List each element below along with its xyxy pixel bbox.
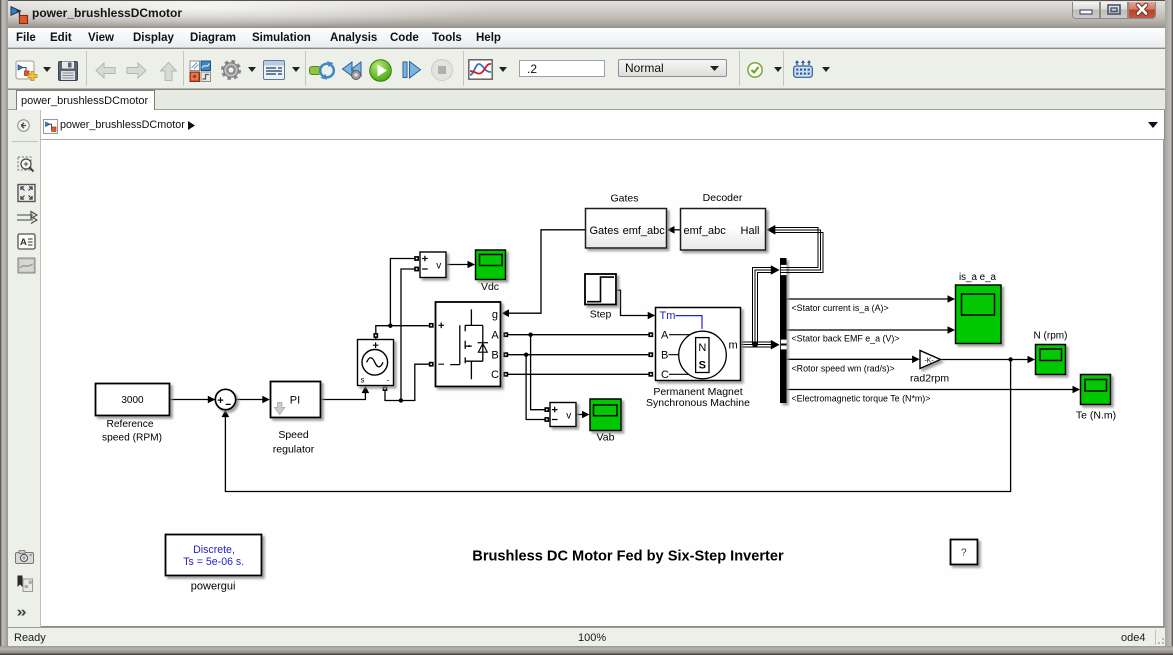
svg-text:Gates: Gates <box>610 193 638 205</box>
svg-text:<Electromagnetic torque Te (N*: <Electromagnetic torque Te (N*m)> <box>792 394 931 404</box>
svg-text:<Stator current is_a (A)>: <Stator current is_a (A)> <box>792 303 889 313</box>
svg-text:A: A <box>661 330 669 342</box>
svg-text:N: N <box>698 342 706 354</box>
svg-text:A: A <box>491 330 499 342</box>
svg-text:Gates: Gates <box>590 225 620 237</box>
svg-text:Reference: Reference <box>106 419 153 430</box>
svg-text:A: A <box>20 237 27 248</box>
svg-text:C: C <box>661 369 669 381</box>
svg-text:<Rotor speed wm (rad/s)>: <Rotor speed wm (rad/s)> <box>792 364 895 374</box>
svg-text:3000: 3000 <box>121 395 144 406</box>
svg-text:g: g <box>492 309 498 321</box>
svg-text:Discrete,: Discrete, <box>193 544 235 556</box>
svg-text:Tm: Tm <box>660 310 676 322</box>
svg-text:Vdc: Vdc <box>481 281 499 293</box>
svg-text:Decoder: Decoder <box>703 192 743 204</box>
svg-text:is_a e_a: is_a e_a <box>959 272 997 283</box>
svg-text:Step: Step <box>590 308 612 320</box>
svg-text:N (rpm): N (rpm) <box>1034 331 1068 342</box>
svg-text:Hall: Hall <box>741 225 760 237</box>
svg-text:Te (N.m): Te (N.m) <box>1076 410 1116 422</box>
svg-text:-K-: -K- <box>924 357 934 364</box>
svg-text:Vab: Vab <box>597 432 615 444</box>
svg-text:m: m <box>729 340 738 352</box>
svg-text:Synchronous Machine: Synchronous Machine <box>646 397 750 409</box>
svg-text:PI: PI <box>290 394 300 406</box>
svg-text:C: C <box>491 369 499 381</box>
svg-text:v: v <box>566 410 571 421</box>
svg-text:emf_abc: emf_abc <box>623 225 666 237</box>
svg-text:Ts = 5e-06 s.: Ts = 5e-06 s. <box>183 556 244 568</box>
svg-text:emf_abc: emf_abc <box>684 225 727 237</box>
svg-text:Brushless DC Motor Fed by Six-: Brushless DC Motor Fed by Six-Step Inver… <box>472 549 784 565</box>
svg-text:Speed: Speed <box>278 429 309 441</box>
svg-text:B: B <box>661 350 668 362</box>
svg-text:powergui: powergui <box>191 581 236 593</box>
svg-text:S: S <box>699 360 706 372</box>
svg-text:rad2rpm: rad2rpm <box>910 373 949 385</box>
svg-text:-: - <box>387 375 390 384</box>
svg-text:v: v <box>436 260 441 271</box>
svg-text:?: ? <box>961 548 967 559</box>
svg-text:B: B <box>491 350 498 362</box>
svg-text:regulator: regulator <box>273 444 315 456</box>
svg-text:speed (RPM): speed (RPM) <box>102 433 162 444</box>
svg-text:<Stator back EMF e_a (V)>: <Stator back EMF e_a (V)> <box>792 334 900 344</box>
svg-text:s: s <box>361 375 365 384</box>
